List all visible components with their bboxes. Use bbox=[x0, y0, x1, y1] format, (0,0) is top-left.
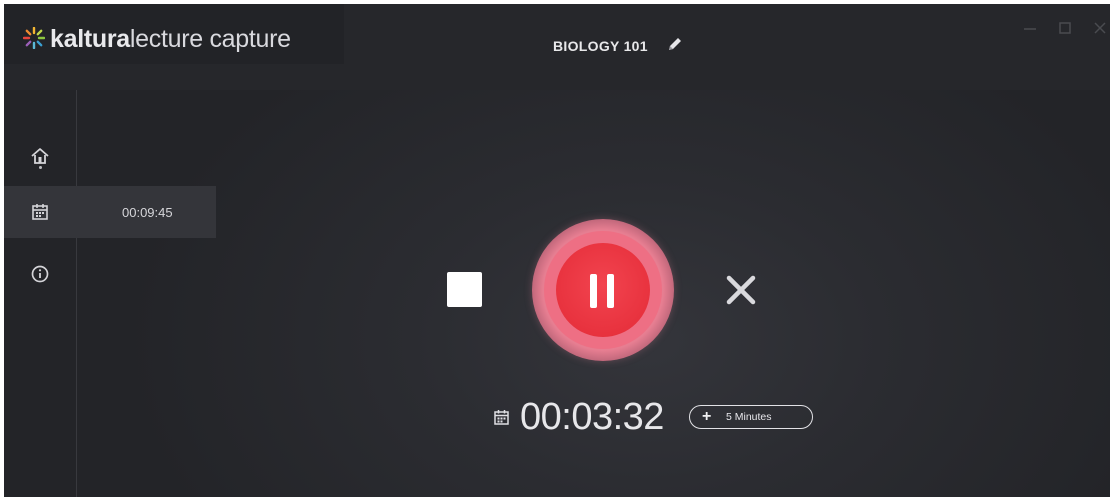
extend-label: 5 Minutes bbox=[726, 411, 772, 423]
plus-icon: + bbox=[702, 408, 712, 425]
title-bar: kalturalecture capture BIOLOGY 101 bbox=[4, 4, 1110, 90]
minimize-icon[interactable] bbox=[1022, 20, 1038, 36]
calendar-icon bbox=[32, 204, 48, 220]
sidebar-item-info[interactable] bbox=[4, 248, 76, 300]
brand-light: lecture capture bbox=[129, 25, 291, 53]
cancel-button[interactable] bbox=[724, 273, 758, 307]
pencil-icon[interactable] bbox=[666, 35, 684, 53]
course-title: BIOLOGY 101 bbox=[553, 38, 648, 54]
lecture-capture-window: kalturalecture capture BIOLOGY 101 00:09… bbox=[4, 4, 1110, 497]
brand-bold: kaltura bbox=[50, 25, 130, 53]
pause-button[interactable] bbox=[556, 243, 650, 337]
brand-panel: kalturalecture capture bbox=[4, 4, 344, 64]
sidebar-item-home[interactable] bbox=[4, 130, 76, 182]
home-icon bbox=[31, 148, 49, 164]
brand-wordmark: kalturalecture capture bbox=[50, 26, 291, 52]
window-close-icon[interactable] bbox=[1092, 20, 1108, 36]
kaltura-logo-icon bbox=[23, 27, 45, 49]
active-indicator-dot bbox=[39, 166, 42, 169]
schedule-time: 00:09:45 bbox=[122, 205, 173, 220]
schedule-icon-holder bbox=[4, 186, 76, 238]
stop-button[interactable] bbox=[447, 272, 482, 307]
maximize-icon[interactable] bbox=[1057, 20, 1073, 36]
info-icon bbox=[31, 265, 49, 283]
calendar-icon bbox=[494, 410, 509, 425]
pause-icon bbox=[590, 274, 597, 308]
recording-timer: 00:03:32 bbox=[520, 396, 664, 438]
add-5-minutes-button[interactable]: + 5 Minutes bbox=[689, 405, 813, 429]
pause-icon-bar bbox=[607, 274, 614, 308]
